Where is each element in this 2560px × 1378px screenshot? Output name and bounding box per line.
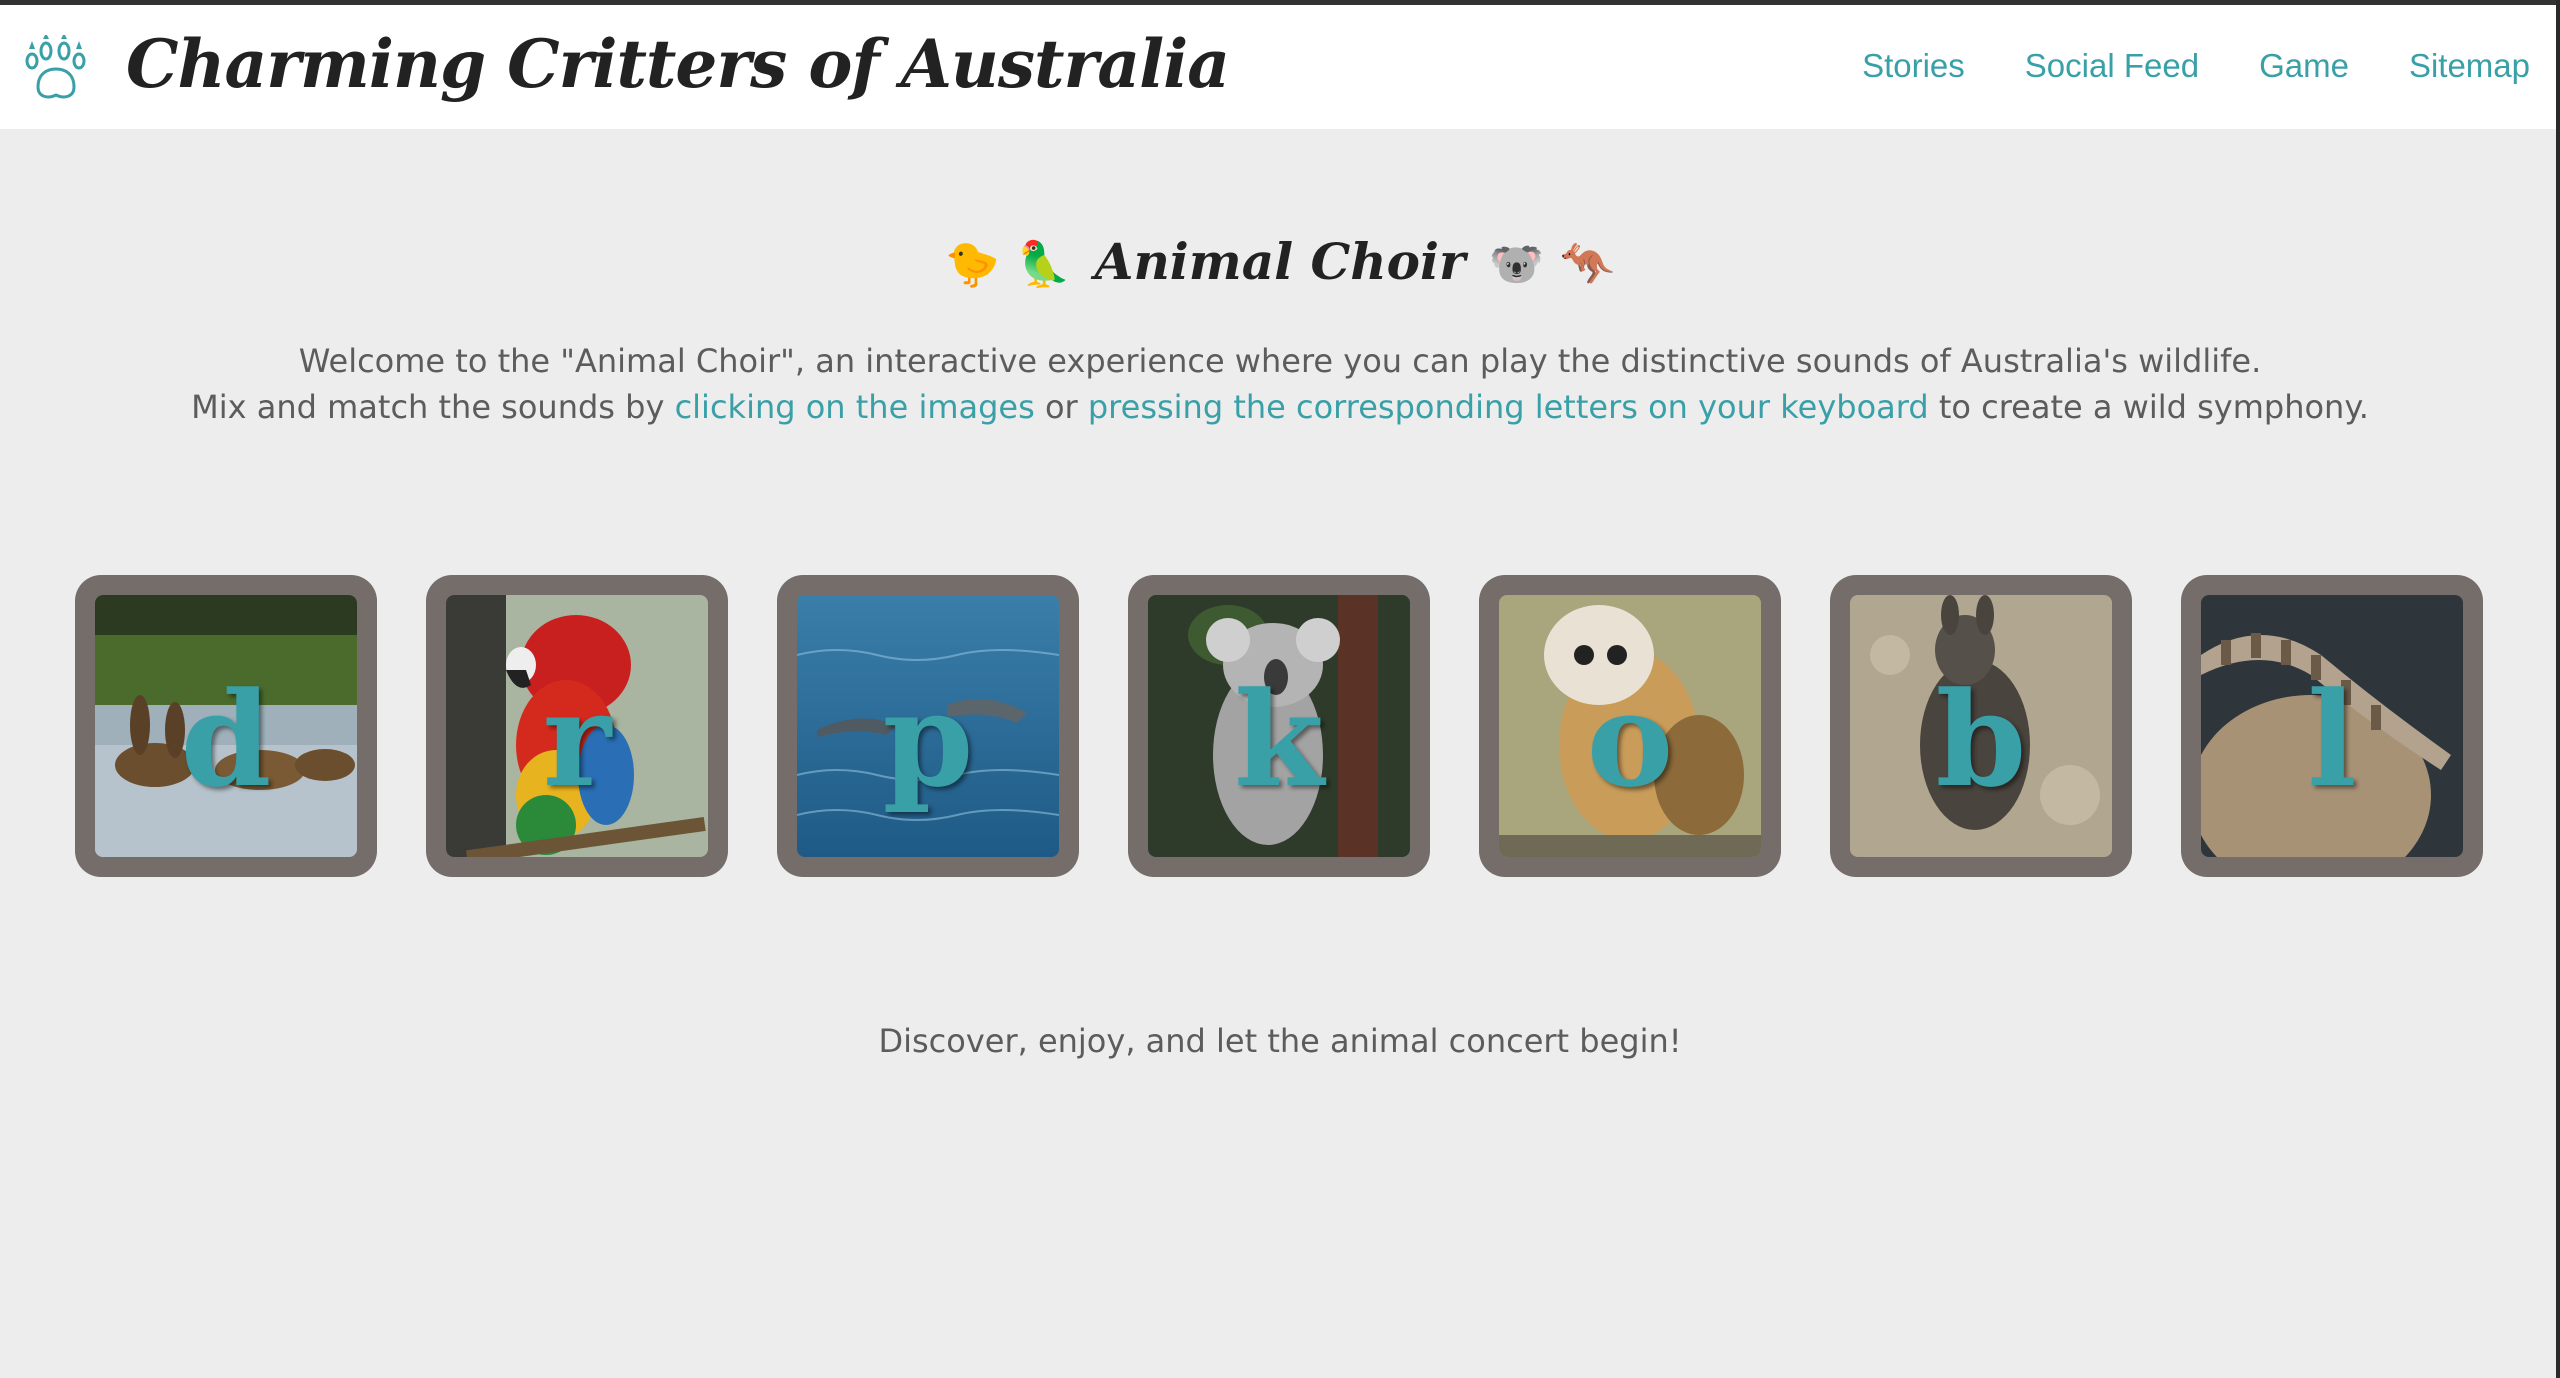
click-images-link[interactable]: clicking on the images xyxy=(675,388,1035,426)
tile-lizard[interactable]: l xyxy=(2181,575,2483,877)
closing-text: Discover, enjoy, and let the animal conc… xyxy=(878,1022,1682,1060)
tile-dolphin[interactable]: p xyxy=(777,575,1079,877)
nav-sitemap[interactable]: Sitemap xyxy=(2409,47,2530,85)
tile-letter-p: p xyxy=(882,663,974,816)
nav-game[interactable]: Game xyxy=(2259,47,2349,85)
koala-emoji: 🐨 xyxy=(1489,239,1545,290)
press-keys-link[interactable]: pressing the corresponding letters on yo… xyxy=(1088,388,1929,426)
tile-parrot[interactable]: r xyxy=(426,575,728,877)
nav-social-feed[interactable]: Social Feed xyxy=(2025,47,2199,85)
tile-letter-l: l xyxy=(2307,663,2357,816)
intro-line-2: Mix and match the sounds by clicking on … xyxy=(0,384,2560,430)
intro-line-2-mid: or xyxy=(1034,388,1088,426)
main-nav: Stories Social Feed Game Sitemap xyxy=(1862,47,2530,85)
animal-tiles: d r p k o b l xyxy=(75,575,2485,877)
tile-letter-b: b xyxy=(1935,663,2027,816)
site-title[interactable]: Charming Critters of Australia xyxy=(126,25,1230,103)
paw-print-icon[interactable] xyxy=(24,33,88,103)
tile-koala[interactable]: k xyxy=(1128,575,1430,877)
intro-line-2-end: to create a wild symphony. xyxy=(1928,388,2369,426)
intro-line-2-start: Mix and match the sounds by xyxy=(191,388,675,426)
tile-letter-o: o xyxy=(1586,663,1674,816)
tile-owl[interactable]: o xyxy=(1479,575,1781,877)
chick-emoji: 🐤 xyxy=(945,239,1001,290)
kangaroo-emoji: 🦘 xyxy=(1559,239,1615,290)
intro-line-1: Welcome to the "Animal Choir", an intera… xyxy=(298,342,2262,380)
tile-letter-r: r xyxy=(542,663,612,816)
nav-stories[interactable]: Stories xyxy=(1862,47,1965,85)
page-title-text: Animal Choir xyxy=(1094,232,1466,291)
intro-text: Welcome to the "Animal Choir", an intera… xyxy=(0,338,2560,430)
parrot-emoji: 🦜 xyxy=(1015,239,1071,290)
site-header: Charming Critters of Australia Stories S… xyxy=(0,5,2560,129)
tile-letter-d: d xyxy=(180,663,272,816)
window-edge xyxy=(2556,0,2560,1378)
tile-wallaby[interactable]: b xyxy=(1830,575,2132,877)
tile-letter-k: k xyxy=(1233,663,1325,816)
tile-duck[interactable]: d xyxy=(75,575,377,877)
page-title: 🐤 🦜 Animal Choir 🐨 🦘 xyxy=(0,232,2560,291)
